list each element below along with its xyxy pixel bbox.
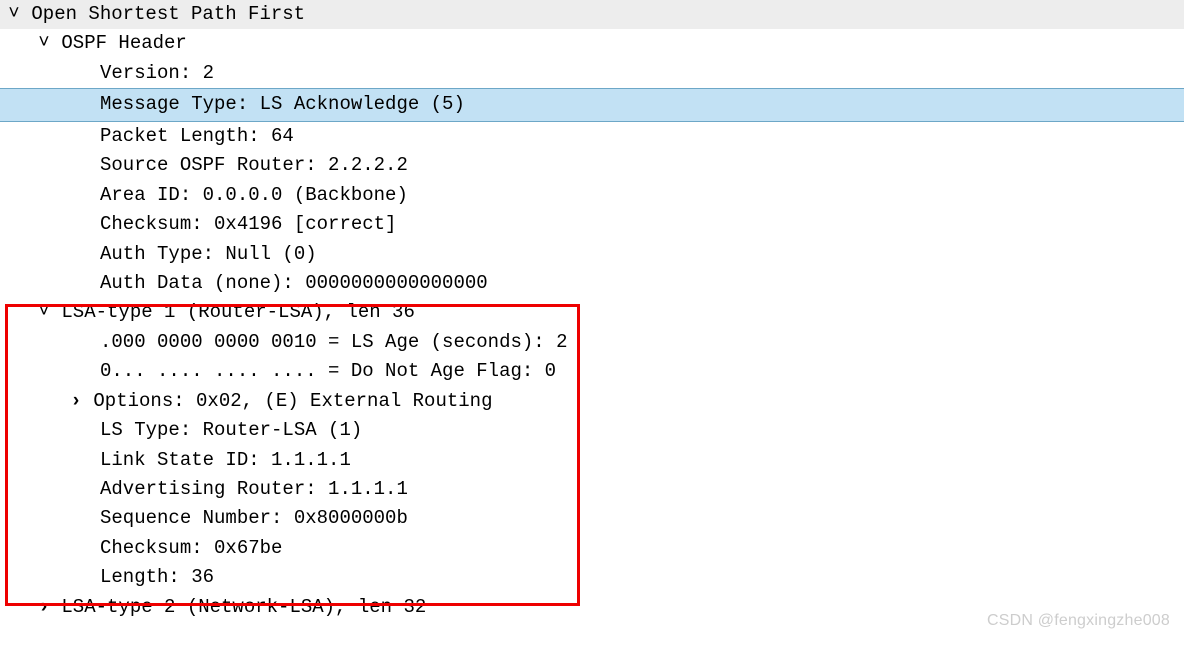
field-lsa-checksum: Checksum: 0x67be <box>100 537 282 559</box>
tree-row-protocol[interactable]: Open Shortest Path First <box>0 0 1184 29</box>
tree-row-ospf-header[interactable]: OSPF Header <box>0 29 1184 58</box>
tree-row-do-not-age[interactable]: 0... .... .... .... = Do Not Age Flag: 0 <box>0 357 1184 386</box>
tree-row-ls-age[interactable]: .000 0000 0000 0010 = LS Age (seconds): … <box>0 328 1184 357</box>
field-ls-age: .000 0000 0000 0010 = LS Age (seconds): … <box>100 331 567 353</box>
chevron-down-icon <box>38 29 50 58</box>
header-label: OSPF Header <box>61 32 186 54</box>
field-lsa-length: Length: 36 <box>100 566 214 588</box>
field-auth-data: Auth Data (none): 0000000000000000 <box>100 272 488 294</box>
field-packet-length: Packet Length: 64 <box>100 125 294 147</box>
field-version: Version: 2 <box>100 62 214 84</box>
field-sequence-number: Sequence Number: 0x8000000b <box>100 507 408 529</box>
chevron-right-icon <box>70 387 82 416</box>
tree-row-advertising-router[interactable]: Advertising Router: 1.1.1.1 <box>0 475 1184 504</box>
lsa2-label: LSA-type 2 (Network-LSA), len 32 <box>61 596 426 618</box>
tree-row-ls-type[interactable]: LS Type: Router-LSA (1) <box>0 416 1184 445</box>
field-message-type: Message Type: LS Acknowledge (5) <box>100 93 465 115</box>
chevron-down-icon <box>8 0 20 29</box>
field-area-id: Area ID: 0.0.0.0 (Backbone) <box>100 184 408 206</box>
field-auth-type: Auth Type: Null (0) <box>100 243 317 265</box>
tree-row-lsa-checksum[interactable]: Checksum: 0x67be <box>0 534 1184 563</box>
protocol-label: Open Shortest Path First <box>31 3 305 25</box>
tree-row-sequence-number[interactable]: Sequence Number: 0x8000000b <box>0 504 1184 533</box>
tree-row-options[interactable]: Options: 0x02, (E) External Routing <box>0 387 1184 416</box>
field-options: Options: 0x02, (E) External Routing <box>93 390 492 412</box>
lsa1-label: LSA-type 1 (Router-LSA), len 36 <box>61 301 414 323</box>
field-source-router: Source OSPF Router: 2.2.2.2 <box>100 154 408 176</box>
tree-row-area-id[interactable]: Area ID: 0.0.0.0 (Backbone) <box>0 181 1184 210</box>
tree-row-checksum[interactable]: Checksum: 0x4196 [correct] <box>0 210 1184 239</box>
tree-row-lsa-type-1[interactable]: LSA-type 1 (Router-LSA), len 36 <box>0 298 1184 327</box>
watermark: CSDN @fengxingzhe008 <box>987 609 1170 634</box>
chevron-right-icon <box>38 593 50 622</box>
field-checksum: Checksum: 0x4196 [correct] <box>100 213 396 235</box>
tree-row-source-router[interactable]: Source OSPF Router: 2.2.2.2 <box>0 151 1184 180</box>
field-link-state-id: Link State ID: 1.1.1.1 <box>100 449 351 471</box>
tree-row-version[interactable]: Version: 2 <box>0 59 1184 88</box>
field-ls-type: LS Type: Router-LSA (1) <box>100 419 362 441</box>
tree-row-auth-type[interactable]: Auth Type: Null (0) <box>0 240 1184 269</box>
tree-row-link-state-id[interactable]: Link State ID: 1.1.1.1 <box>0 446 1184 475</box>
chevron-down-icon <box>38 298 50 327</box>
tree-row-message-type[interactable]: Message Type: LS Acknowledge (5) <box>0 88 1184 121</box>
field-do-not-age: 0... .... .... .... = Do Not Age Flag: 0 <box>100 360 556 382</box>
tree-row-lsa-length[interactable]: Length: 36 <box>0 563 1184 592</box>
tree-row-packet-length[interactable]: Packet Length: 64 <box>0 122 1184 151</box>
field-advertising-router: Advertising Router: 1.1.1.1 <box>100 478 408 500</box>
tree-row-auth-data[interactable]: Auth Data (none): 0000000000000000 <box>0 269 1184 298</box>
